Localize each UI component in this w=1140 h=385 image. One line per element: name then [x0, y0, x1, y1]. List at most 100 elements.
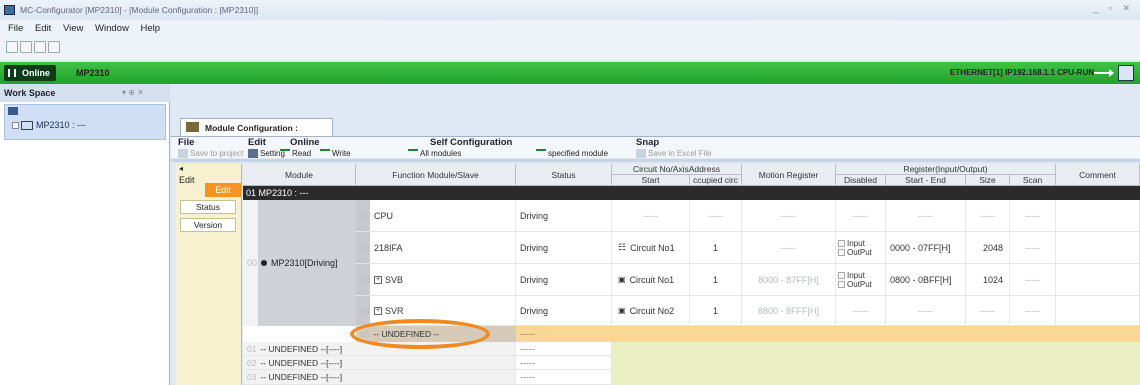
undefined-row-3[interactable]: 03 -- UNDEFINED --[----] [243, 370, 516, 385]
workspace-controls[interactable]: ▾ ⊕ ✕ [122, 84, 144, 102]
input-checkbox[interactable]: Input [838, 271, 865, 280]
row-218ifa-function[interactable]: 02 218IFA [356, 232, 516, 264]
menu-window[interactable]: Window [95, 23, 129, 34]
save-icon[interactable] [6, 41, 18, 53]
header-start-end[interactable]: Start - End [886, 175, 966, 186]
header-start[interactable]: Start [612, 175, 690, 186]
module-cell-content: 00 MP2310[Driving] [247, 258, 338, 268]
header-status[interactable]: Status [516, 164, 612, 186]
row-cpu-start-end: ----- [886, 200, 966, 232]
save-to-project-button[interactable]: Save to project [178, 149, 243, 159]
specified-module-button[interactable]: specified module [536, 149, 608, 158]
tree-item-mp2310[interactable]: MP2310 : --- [12, 120, 87, 131]
connection-icon[interactable] [1118, 65, 1134, 81]
scan-value: ----- [1025, 210, 1040, 221]
header-register-io[interactable]: Register(Input/Output) [836, 164, 1056, 175]
row-svb-circuit[interactable]: ▣ Circuit No1 [612, 264, 690, 296]
row-218ifa-comment[interactable] [1056, 232, 1140, 264]
header-occupied[interactable]: ccupied circ [690, 175, 742, 186]
row-svb-start-end[interactable]: 0800 - 0BFF[H] [886, 264, 966, 296]
row-svr-circuit[interactable]: ▣ Circuit No2 [612, 296, 690, 326]
write-button[interactable]: Write [320, 149, 351, 158]
checkbox-icon [838, 239, 845, 247]
menu-file[interactable]: File [8, 23, 23, 34]
row-svr-disabled: ----- [836, 296, 886, 326]
save-excel-button[interactable]: Save in Excel File [636, 149, 712, 159]
all-modules-button[interactable]: All modules [408, 149, 461, 158]
controller-name: MP2310 [76, 68, 110, 78]
output-checkbox[interactable]: OutPut [838, 280, 872, 289]
read-icon [280, 149, 290, 158]
edit-mode-button[interactable]: Edit [205, 183, 241, 197]
module-radio-icon [261, 260, 268, 266]
paste-icon[interactable] [48, 41, 60, 53]
circuit-value: Circuit No1 [630, 242, 675, 253]
group-row[interactable] [243, 186, 1140, 200]
tab-module-configuration[interactable]: Module Configuration : [MP2310]✕ [180, 118, 333, 151]
header-module[interactable]: Module [243, 164, 356, 186]
row-svb-function[interactable]: 03 + SVB [356, 264, 516, 296]
undefined-row-1-status: ----- [516, 342, 612, 356]
ribbon-file-title: File [178, 137, 195, 148]
input-checkbox[interactable]: Input [838, 239, 865, 248]
header-circuit[interactable]: Circuit No/AxisAddress [612, 164, 742, 175]
header-function[interactable]: Function Module/Slave [356, 164, 516, 186]
expand-icon[interactable] [12, 122, 19, 130]
undefined-slot-status: ----- [520, 329, 535, 339]
header-disabled[interactable]: Disabled [836, 175, 886, 186]
row-svb-comment[interactable] [1056, 264, 1140, 296]
menu-edit[interactable]: Edit [35, 23, 51, 34]
slot-number: 01 [360, 210, 371, 221]
status-mode-button[interactable]: Status [180, 200, 236, 214]
row-218ifa-size[interactable]: 2048 [966, 232, 1010, 264]
motion-value: ----- [781, 210, 796, 221]
row-cpu-size: ----- [966, 200, 1010, 232]
header-size[interactable]: Size [966, 175, 1010, 186]
row-svb-size[interactable]: 1024 [966, 264, 1010, 296]
read-button[interactable]: Read [280, 149, 311, 158]
row-218ifa-scan[interactable]: ----- [1010, 232, 1056, 264]
collapse-arrow-icon[interactable]: ◂ [179, 164, 183, 173]
row-218ifa-start-end[interactable]: 0000 - 07FF[H] [886, 232, 966, 264]
ribbon-snap-title: Snap [636, 137, 660, 148]
header-comment[interactable]: Comment [1056, 164, 1140, 186]
row-cpu-disabled: ----- [836, 200, 886, 232]
tree-item-label: MP2310 : --- [36, 120, 87, 130]
expand-icon[interactable]: + [374, 306, 383, 315]
excel-icon [636, 149, 646, 159]
row-218ifa-circuit[interactable]: ☷ Circuit No1 [612, 232, 690, 264]
scan-value: ----- [1025, 274, 1040, 285]
menu-view[interactable]: View [63, 23, 83, 34]
project-root-icon[interactable] [8, 107, 18, 115]
row-svb-disabled[interactable]: Input OutPut [836, 264, 886, 296]
checkbox-icon [838, 271, 845, 279]
row-cpu-comment[interactable] [1056, 200, 1140, 232]
window-title: MC-Configurator [MP2310] - [Module Confi… [0, 0, 1140, 20]
row-svb-status: Driving [516, 264, 612, 296]
ribbon-divider [171, 159, 1140, 162]
row-218ifa-disabled[interactable]: Input OutPut [836, 232, 886, 264]
output-label: OutPut [847, 247, 872, 257]
row-cpu-function[interactable]: 01 CPU [356, 200, 516, 232]
menu-help[interactable]: Help [140, 23, 160, 34]
copy-icon[interactable] [34, 41, 46, 53]
row-cpu-motion: ----- [742, 200, 836, 232]
undefined-row-2[interactable]: 02 -- UNDEFINED --[----] [243, 356, 516, 370]
ribbon-online-title: Online [290, 137, 320, 148]
size-value: ----- [980, 210, 995, 221]
window-controls[interactable]: _ ▫ ✕ [1093, 3, 1134, 14]
expand-icon[interactable]: + [374, 275, 383, 284]
header-scan[interactable]: Scan [1010, 175, 1056, 186]
output-checkbox[interactable]: OutPut [838, 248, 872, 257]
row-svr-comment[interactable] [1056, 296, 1140, 326]
disabled-value: ----- [853, 210, 868, 221]
version-mode-button[interactable]: Version [180, 218, 236, 232]
cut-icon[interactable] [20, 41, 32, 53]
toolbar [0, 38, 1140, 60]
row-svb-scan[interactable]: ----- [1010, 264, 1056, 296]
row-svb-motion: 8000 - 87FF[H] [742, 264, 836, 296]
row-cpu-circuit: ----- [612, 200, 690, 232]
header-motion-register[interactable]: Motion Register [742, 164, 836, 186]
group-row-label: 01 MP2310 : --- [246, 188, 309, 198]
motion-value: ----- [781, 242, 796, 253]
